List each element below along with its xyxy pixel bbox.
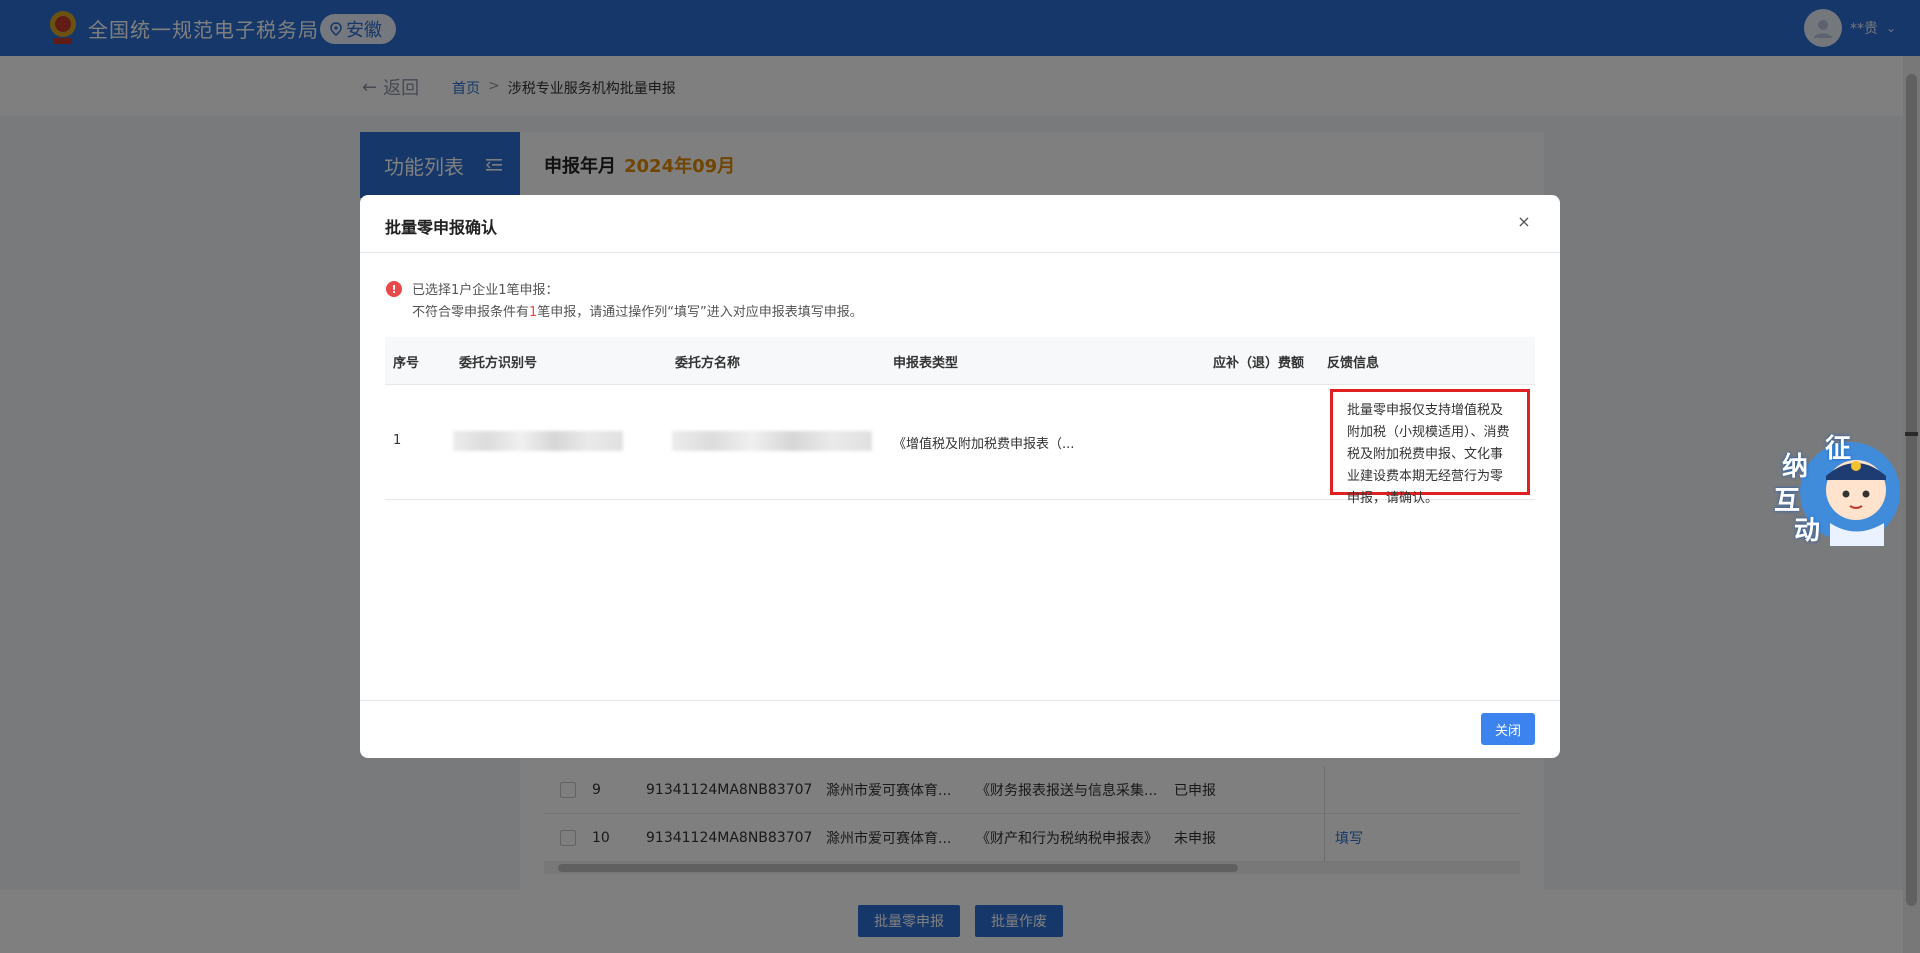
col-header-amount: 应补（退）费额 — [1213, 356, 1305, 371]
col-header-index: 序号 — [393, 356, 420, 371]
error-icon: ! — [386, 281, 402, 297]
dialog-header: 批量零申报确认 × — [360, 195, 1560, 253]
col-header-feedback: 反馈信息 — [1327, 356, 1380, 371]
assistant-char-4: 动 — [1794, 516, 1821, 546]
feedback-message: 批量零申报仅支持增值税及附加税（小规模适用）、消费税及附加税费申报、文化事业建设… — [1330, 389, 1530, 506]
dialog-footer: 关闭 — [360, 700, 1560, 758]
table-header: 序号 委托方识别号 委托方名称 申报表类型 应补（退）费额 反馈信息 — [385, 337, 1535, 385]
alert-detail-suffix: 笔申报，请通过操作列“填写”进入对应申报表填写申报。 — [537, 305, 863, 320]
table-row: 1 《增值税及附加税费申报表（... 批量零申报仅支持增值税及附加税（小规模适用… — [385, 385, 1535, 506]
col-header-client-name: 委托方名称 — [675, 356, 741, 371]
alert-summary: 已选择1户企业1笔申报： — [412, 283, 559, 298]
alert-detail: 不符合零申报条件有1笔申报，请通过操作列“填写”进入对应申报表填写申报。 — [412, 301, 863, 320]
redacted-client-id — [453, 431, 623, 451]
assistant-char-1: 征 — [1825, 434, 1852, 464]
batch-zero-confirm-dialog: 批量零申报确认 × ! 已选择1户企业1笔申报： 不符合零申报条件有1笔申报，请… — [360, 195, 1560, 758]
alert-detail-prefix: 不符合零申报条件有 — [412, 305, 530, 320]
close-button[interactable]: 关闭 — [1480, 713, 1535, 745]
dialog-title: 批量零申报确认 — [385, 218, 498, 237]
close-icon[interactable]: × — [1514, 211, 1534, 231]
assistant-widget[interactable]: 征 纳 互 动 — [1770, 428, 1900, 548]
row-form-type: 《增值税及附加税费申报表（... — [893, 437, 1075, 452]
row-index: 1 — [393, 433, 402, 448]
assistant-char-2: 纳 — [1782, 452, 1809, 482]
col-header-form-type: 申报表类型 — [893, 356, 959, 371]
redacted-client-name — [672, 431, 872, 451]
col-header-client-id: 委托方识别号 — [459, 356, 538, 371]
